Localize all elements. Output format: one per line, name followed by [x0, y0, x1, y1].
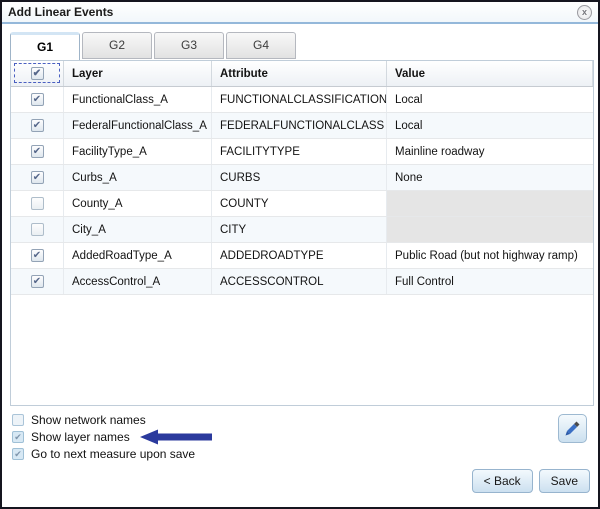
attribute-cell: CURBS [212, 165, 387, 190]
layer-cell: Curbs_A [64, 165, 212, 190]
dialog-title: Add Linear Events [8, 5, 113, 19]
value-cell [387, 217, 593, 242]
value-cell: None [387, 165, 593, 190]
layer-cell: AccessControl_A [64, 269, 212, 294]
annotation-arrow-icon [140, 429, 212, 445]
row-checkbox[interactable]: ✔ [31, 93, 44, 106]
row-checkbox-cell: ✔ [11, 269, 64, 294]
attribute-cell: FUNCTIONALCLASSIFICATION [212, 87, 387, 112]
layer-cell: City_A [64, 217, 212, 242]
attribute-cell: FACILITYTYPE [212, 139, 387, 164]
attribute-cell: ACCESSCONTROL [212, 269, 387, 294]
row-checkbox-cell [11, 191, 64, 216]
row-checkbox[interactable]: ✔ [31, 145, 44, 158]
option-checkbox[interactable] [12, 414, 24, 426]
dialog-titlebar: Add Linear Events x [2, 2, 598, 24]
attribute-cell: FEDERALFUNCTIONALCLASS [212, 113, 387, 138]
focus-outline [14, 63, 60, 83]
footer-buttons: < Back Save [472, 469, 590, 493]
value-cell: Public Road (but not highway ramp) [387, 243, 593, 268]
tab-bar: G1G2G3G4 [10, 32, 296, 60]
tab-g3[interactable]: G3 [154, 32, 224, 59]
save-button[interactable]: Save [539, 469, 590, 493]
table-row[interactable]: ✔ FunctionalClass_AFUNCTIONALCLASSIFICATI… [11, 87, 593, 113]
attribute-cell: CITY [212, 217, 387, 242]
table-body: ✔ FunctionalClass_AFUNCTIONALCLASSIFICATI… [11, 87, 593, 295]
row-checkbox-cell: ✔ [11, 87, 64, 112]
option-label[interactable]: Show network names [31, 413, 146, 427]
option-checkbox[interactable]: ✔ [12, 431, 24, 443]
column-header-value[interactable]: Value [387, 61, 593, 86]
value-cell: Local [387, 87, 593, 112]
attribute-cell: ADDEDROADTYPE [212, 243, 387, 268]
column-header-attribute[interactable]: Attribute [212, 61, 387, 86]
tab-g1[interactable]: G1 [10, 32, 80, 61]
row-checkbox[interactable]: ✔ [31, 249, 44, 262]
row-checkbox-cell: ✔ [11, 113, 64, 138]
value-cell [387, 191, 593, 216]
option-row: ✔ Show layer names [12, 428, 212, 445]
row-checkbox-cell [11, 217, 64, 242]
value-cell: Local [387, 113, 593, 138]
edit-button[interactable] [558, 414, 587, 443]
option-label[interactable]: Go to next measure upon save [31, 447, 195, 461]
layer-cell: AddedRoadType_A [64, 243, 212, 268]
layer-cell: FunctionalClass_A [64, 87, 212, 112]
row-checkbox[interactable]: ✔ [31, 119, 44, 132]
option-row: ✔ Go to next measure upon save [12, 445, 212, 462]
table-row[interactable]: City_ACITY [11, 217, 593, 243]
row-checkbox-cell: ✔ [11, 243, 64, 268]
add-linear-events-dialog: Add Linear Events x G1G2G3G4 ✔ Layer Att… [0, 0, 600, 509]
value-cell: Mainline roadway [387, 139, 593, 164]
row-checkbox[interactable]: ✔ [31, 275, 44, 288]
row-checkbox-cell: ✔ [11, 139, 64, 164]
option-label[interactable]: Show layer names [31, 430, 130, 444]
row-checkbox-cell: ✔ [11, 165, 64, 190]
table-row[interactable]: ✔ Curbs_ACURBSNone [11, 165, 593, 191]
table-row[interactable]: ✔ AddedRoadType_AADDEDROADTYPEPublic Road… [11, 243, 593, 269]
tab-g2[interactable]: G2 [82, 32, 152, 59]
option-row: Show network names [12, 411, 212, 428]
pencil-icon [563, 419, 582, 438]
row-checkbox[interactable]: ✔ [31, 171, 44, 184]
layer-cell: County_A [64, 191, 212, 216]
tab-g4[interactable]: G4 [226, 32, 296, 59]
close-icon[interactable]: x [577, 5, 592, 20]
table-row[interactable]: ✔ FederalFunctionalClass_AFEDERALFUNCTION… [11, 113, 593, 139]
back-button[interactable]: < Back [472, 469, 533, 493]
layer-cell: FacilityType_A [64, 139, 212, 164]
option-checkbox[interactable]: ✔ [12, 448, 24, 460]
table-row[interactable]: ✔ FacilityType_AFACILITYTYPEMainline road… [11, 139, 593, 165]
value-cell: Full Control [387, 269, 593, 294]
table-row[interactable]: ✔ AccessControl_AACCESSCONTROLFull Contro… [11, 269, 593, 295]
attribute-cell: COUNTY [212, 191, 387, 216]
options-checkbox-group: Show network names ✔ Show layer names ✔ Go t… [12, 411, 212, 462]
column-header-layer[interactable]: Layer [64, 61, 212, 86]
row-checkbox[interactable] [31, 197, 44, 210]
table-header-row: ✔ Layer Attribute Value [11, 61, 593, 87]
events-table: ✔ Layer Attribute Value ✔FunctionalClass… [10, 60, 594, 406]
select-all-cell: ✔ [11, 61, 64, 86]
row-checkbox[interactable] [31, 223, 44, 236]
layer-cell: FederalFunctionalClass_A [64, 113, 212, 138]
table-row[interactable]: County_ACOUNTY [11, 191, 593, 217]
